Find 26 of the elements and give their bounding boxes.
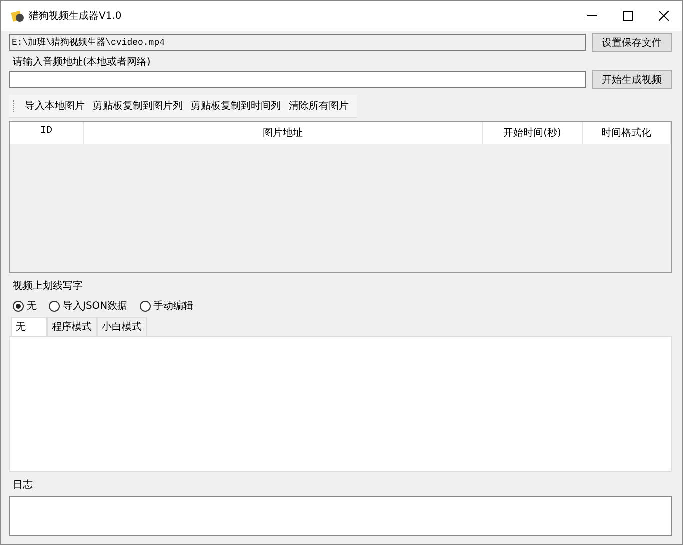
save-file-button[interactable]: 设置保存文件 <box>592 33 672 52</box>
audio-field[interactable] <box>9 71 586 88</box>
log-title: 日志 <box>13 478 34 492</box>
toolbar-button[interactable]: 剪贴板复制到时间列 <box>187 97 285 115</box>
maximize-icon <box>623 11 633 21</box>
column-header[interactable]: 时间格式化 <box>583 122 671 144</box>
app-icon <box>11 9 25 23</box>
generate-button[interactable]: 开始生成视频 <box>592 70 672 89</box>
tab[interactable]: 小白模式 <box>97 317 147 336</box>
toolbar-button[interactable]: 导入本地图片 <box>21 97 89 115</box>
radio-option[interactable]: 导入JSON数据 <box>49 299 128 313</box>
toolbar-button[interactable]: 剪贴板复制到图片列 <box>89 97 187 115</box>
audio-label: 请输入音频地址(本地或者网络) <box>13 56 152 69</box>
column-header[interactable]: 图片地址 <box>84 122 483 144</box>
column-header[interactable]: ID <box>10 122 84 144</box>
column-header[interactable]: 开始时间(秒) <box>483 122 583 144</box>
toolbar-button[interactable]: 清除所有图片 <box>285 97 353 115</box>
radio-option[interactable]: 无 <box>13 299 37 313</box>
close-icon <box>659 11 669 21</box>
group-title: 视频上划线写字 <box>13 280 84 293</box>
window-title: 猎狗视频生成器V1.0 <box>29 10 123 23</box>
log-area[interactable] <box>9 496 672 536</box>
output-path-field[interactable]: E:\加班\猎狗视频生器\cvideo.mp4 <box>9 34 586 51</box>
radio-option[interactable]: 手动编辑 <box>140 299 194 313</box>
tab[interactable]: 程序模式 <box>47 317 97 336</box>
tab[interactable]: 无 <box>11 317 47 336</box>
